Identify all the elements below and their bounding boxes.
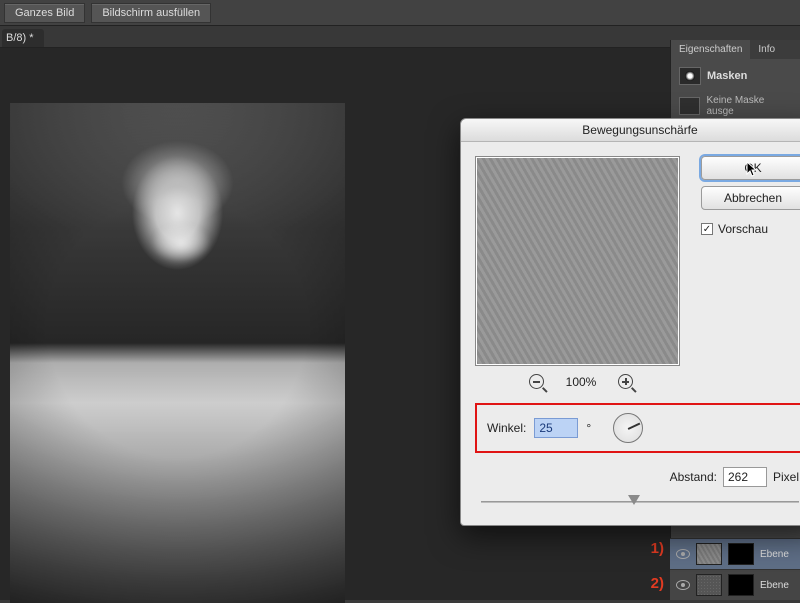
zoom-in-icon[interactable]	[618, 374, 633, 389]
distance-label: Abstand:	[670, 470, 717, 484]
fit-whole-button[interactable]: Ganzes Bild	[4, 3, 85, 23]
visibility-icon[interactable]	[676, 580, 690, 590]
dialog-title: Bewegungsunschärfe	[461, 119, 800, 142]
layer-row[interactable]: Ebene	[670, 538, 800, 569]
distance-input[interactable]	[723, 467, 767, 487]
layers-panel: Ebene Ebene	[670, 538, 800, 600]
preview-label: Vorschau	[718, 222, 768, 236]
visibility-icon[interactable]	[676, 549, 690, 559]
annotation-1: 1)	[651, 540, 664, 557]
tab-properties[interactable]: Eigenschaften	[671, 40, 750, 59]
zoom-out-icon[interactable]	[529, 374, 544, 389]
layer-mask-thumbnail	[728, 543, 754, 565]
distance-slider[interactable]	[481, 493, 799, 511]
angle-input[interactable]	[534, 418, 578, 438]
mask-thumbnail	[679, 97, 700, 115]
tab-info[interactable]: Info	[750, 40, 783, 59]
degree-symbol: °	[586, 421, 591, 435]
options-bar: Ganzes Bild Bildschirm ausfüllen	[0, 0, 800, 26]
angle-dial[interactable]	[613, 413, 643, 443]
angle-group-highlighted: Winkel: °	[475, 403, 800, 453]
motion-blur-dialog: Bewegungsunschärfe 100% OK Abbrechen ✓ V…	[460, 118, 800, 526]
checkbox-icon[interactable]: ✓	[701, 223, 713, 235]
distance-unit: Pixel	[773, 470, 799, 484]
filter-preview[interactable]	[475, 156, 680, 366]
cancel-button[interactable]: Abbrechen	[701, 186, 800, 210]
ok-button[interactable]: OK	[701, 156, 800, 180]
layer-mask-thumbnail	[728, 574, 754, 596]
no-mask-text: Keine Maske ausge	[706, 95, 792, 117]
document-tab[interactable]: B/8) *	[2, 29, 44, 47]
mask-mode-icon[interactable]	[679, 67, 701, 85]
cursor-icon	[746, 161, 760, 179]
layer-thumbnail	[696, 543, 722, 565]
preview-checkbox-row[interactable]: ✓ Vorschau	[701, 222, 800, 236]
angle-label: Winkel:	[487, 421, 526, 435]
fill-screen-button[interactable]: Bildschirm ausfüllen	[91, 3, 211, 23]
layer-thumbnail	[696, 574, 722, 596]
zoom-percent: 100%	[566, 375, 597, 389]
layer-name: Ebene	[760, 580, 789, 591]
layer-row[interactable]: Ebene	[670, 569, 800, 600]
masks-heading: Masken	[707, 70, 747, 82]
document-image	[10, 103, 345, 603]
layer-name: Ebene	[760, 549, 789, 560]
annotation-2: 2)	[651, 575, 664, 592]
slider-thumb[interactable]	[628, 495, 640, 505]
